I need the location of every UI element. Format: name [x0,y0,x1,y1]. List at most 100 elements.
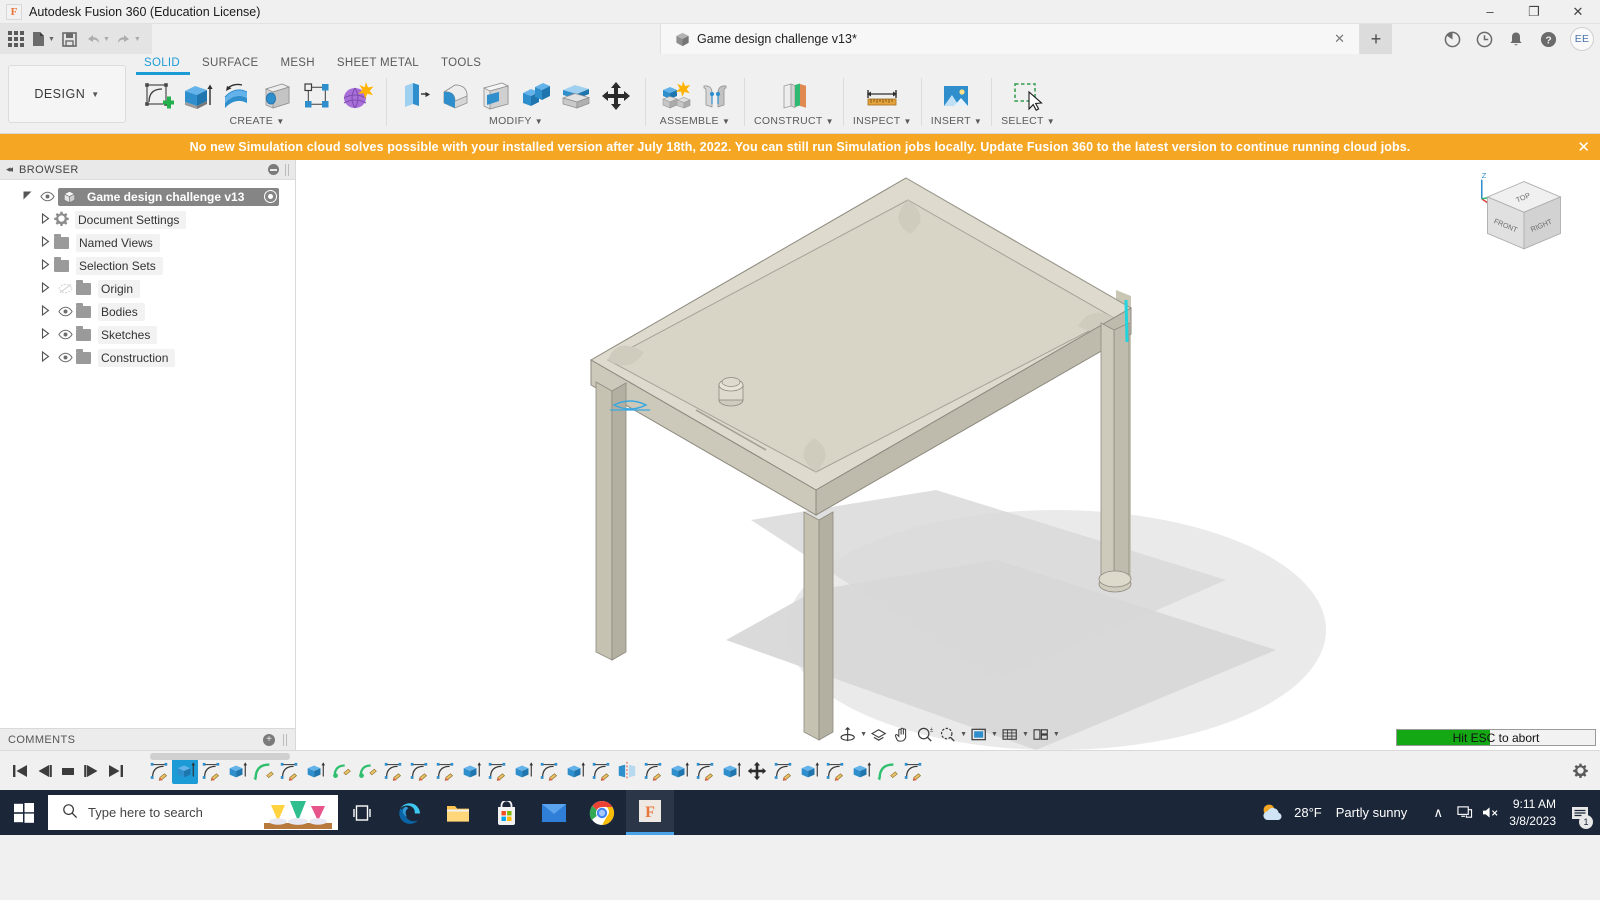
extrude-icon[interactable] [177,76,217,116]
extrude-feature[interactable] [848,758,874,784]
pan-icon[interactable] [890,723,913,745]
tree-row-selection-sets[interactable]: Selection Sets [0,254,295,277]
timeline-scrollbar[interactable] [150,753,290,760]
rectangular-pattern-icon[interactable] [297,76,337,116]
sketch-feature[interactable] [900,758,926,784]
revolve-icon[interactable] [217,76,257,116]
task-view-icon[interactable] [338,790,386,835]
chevron-down-icon[interactable]: ▼ [991,731,998,738]
combine-icon[interactable] [516,76,556,116]
sketch-feature[interactable] [692,758,718,784]
workspace-switcher-button[interactable]: DESIGN ▼ [8,65,126,123]
revolve-feature[interactable] [328,758,354,784]
zoom-icon[interactable]: ± [913,723,936,745]
sketch-feature[interactable] [406,758,432,784]
google-chrome-icon[interactable] [578,790,626,835]
save-button[interactable] [58,26,82,52]
offset-face-icon[interactable] [556,76,596,116]
comments-panel-header[interactable]: COMMENTS + [0,728,295,750]
fillet-icon[interactable] [436,76,476,116]
chevron-down-icon[interactable]: ▼ [960,731,967,738]
expand-arrow-icon[interactable] [36,305,54,319]
revolve-feature[interactable] [354,758,380,784]
tree-row-root[interactable]: Game design challenge v13 [0,185,295,208]
model-3d-view[interactable] [296,160,1600,750]
microsoft-store-icon[interactable] [482,790,530,835]
sketch-feature[interactable] [640,758,666,784]
activate-component-radio[interactable] [264,190,277,203]
sketch-feature[interactable] [198,758,224,784]
new-component-icon[interactable] [655,76,695,116]
sketch-feature[interactable] [276,758,302,784]
expand-arrow-icon[interactable] [36,328,54,342]
recent-icon[interactable] [1468,24,1500,54]
visibility-eye-icon[interactable] [54,352,76,363]
timeline-step-forward-button[interactable] [80,757,104,785]
extrude-feature[interactable] [796,758,822,784]
display-settings-icon[interactable] [967,723,990,745]
extensions-icon[interactable] [1436,24,1468,54]
move-copy-icon[interactable] [596,76,636,116]
fusion-360-icon[interactable]: F [626,790,674,835]
chevron-down-icon[interactable]: ▼ [860,731,867,738]
notifications-button[interactable]: 1 [1566,790,1594,835]
look-at-icon[interactable] [867,723,890,745]
add-comment-button[interactable]: + [263,734,275,746]
volume-muted-icon[interactable] [1477,790,1503,835]
extrude-feature[interactable] [666,758,692,784]
redo-button[interactable]: ▼ [113,26,144,52]
sketch-feature[interactable] [380,758,406,784]
offset-plane-icon[interactable] [774,76,814,116]
visibility-eye-icon[interactable] [54,306,76,317]
weather-widget[interactable]: 28°F Partly sunny [1259,802,1407,824]
tree-row-origin[interactable]: Origin [0,277,295,300]
mirror-feature[interactable] [614,758,640,784]
joint-icon[interactable] [695,76,735,116]
document-tab[interactable]: Game design challenge v13* ✕ [660,24,1360,54]
user-avatar[interactable]: EE [1570,27,1594,51]
tree-row-sketches[interactable]: Sketches [0,323,295,346]
visibility-eye-icon[interactable] [36,191,58,202]
view-cube[interactable]: Z X TOP FRONT RIGHT [1476,172,1572,268]
timeline-go-start-button[interactable] [8,757,32,785]
notifications-bell-icon[interactable] [1500,24,1532,54]
mail-icon[interactable] [530,790,578,835]
panel-resize-grip[interactable] [285,164,289,176]
expand-arrow-icon[interactable] [36,236,54,250]
tree-row-bodies[interactable]: Bodies [0,300,295,323]
press-pull-icon[interactable] [396,76,436,116]
tree-row-document-settings[interactable]: Document Settings [0,208,295,231]
search-input[interactable]: Type here to search [48,795,338,830]
panel-resize-grip[interactable] [283,734,287,746]
new-document-button[interactable]: ▼ [28,26,58,52]
ribbon-tab-solid[interactable]: SOLID [133,54,191,73]
extrude-feature[interactable] [718,758,744,784]
fillet-feature[interactable] [250,758,276,784]
extrude-feature[interactable] [562,758,588,784]
sketch-feature[interactable] [432,758,458,784]
microsoft-edge-icon[interactable] [386,790,434,835]
timeline-step-back-button[interactable] [32,757,56,785]
design-canvas[interactable]: Z X TOP FRONT RIGHT ▼ [296,160,1600,750]
shell-icon[interactable] [476,76,516,116]
extrude-feature[interactable] [510,758,536,784]
create-form-icon[interactable] [337,76,377,116]
collapse-panel-icon[interactable]: ◂◂ [6,164,11,175]
timeline-play-stop-button[interactable] [56,757,80,785]
timeline-settings-gear-icon[interactable] [1568,757,1592,785]
extrude-feature[interactable] [172,758,198,784]
viewports-icon[interactable] [1029,723,1052,745]
chevron-down-icon[interactable]: ▼ [1022,731,1029,738]
root-component[interactable]: Game design challenge v13 [58,188,279,206]
new-document-tab-button[interactable]: + [1360,24,1392,54]
create-sketch-icon[interactable] [137,76,177,116]
start-button[interactable] [0,790,48,835]
expand-arrow-icon[interactable] [18,190,36,204]
move-feature[interactable] [744,758,770,784]
visibility-eye-icon[interactable] [54,329,76,340]
help-icon[interactable]: ? [1532,24,1564,54]
measure-icon[interactable] [862,76,902,116]
close-banner-button[interactable]: ✕ [1577,138,1590,156]
minimize-button[interactable]: – [1468,0,1512,24]
sketch-feature[interactable] [146,758,172,784]
